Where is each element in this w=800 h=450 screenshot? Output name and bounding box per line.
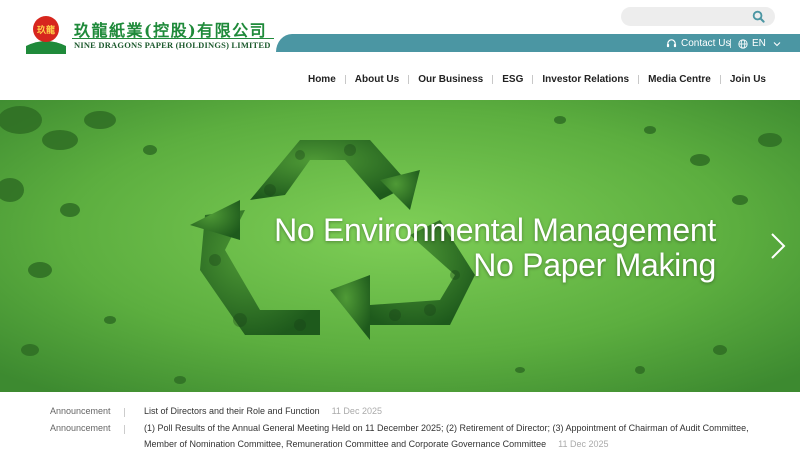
announcement-title[interactable]: List of Directors and their Role and Fun… <box>144 406 320 416</box>
announcement-list: Announcement List of Directors and their… <box>0 392 800 450</box>
language-switcher[interactable]: EN <box>738 37 781 50</box>
logo-mark-icon: 玖龍 <box>26 16 66 54</box>
nav-divider <box>719 74 721 84</box>
announcement-link[interactable]: (1) Poll Results of the Annual General M… <box>144 420 764 450</box>
announcement-type: Announcement <box>50 423 111 433</box>
logo-divider <box>72 38 274 39</box>
announcement-title[interactable]: (1) Poll Results of the Annual General M… <box>144 423 749 449</box>
language-label: EN <box>752 38 766 49</box>
hero-banner: No Environmental Management No Paper Mak… <box>0 100 800 392</box>
nav-item-home[interactable]: Home <box>308 74 336 85</box>
search-input[interactable] <box>621 7 775 26</box>
logo-text-en: NINE DRAGONS PAPER (HOLDINGS) LIMITED <box>74 40 271 50</box>
nav-item-our-business[interactable]: Our Business <box>418 74 483 85</box>
announcement-divider <box>124 408 125 417</box>
globe-icon <box>738 38 748 49</box>
svg-text:玖龍: 玖龍 <box>37 24 55 36</box>
hero-headline-line2: No Paper Making <box>473 247 716 283</box>
contact-us-link[interactable]: Contact Us <box>666 37 730 50</box>
nav-divider <box>638 74 640 84</box>
nav-divider <box>344 74 346 84</box>
company-logo[interactable]: 玖龍 玖龍紙業(控股)有限公司 NINE DRAGONS PAPER (HOLD… <box>24 14 274 56</box>
nav-item-about-us[interactable]: About Us <box>355 74 399 85</box>
announcement-date: 11 Dec 2025 <box>558 439 609 449</box>
nav-item-investor-relations[interactable]: Investor Relations <box>542 74 629 85</box>
nav-divider <box>408 74 410 84</box>
announcement-type: Announcement <box>50 406 111 416</box>
nav-item-media-centre[interactable]: Media Centre <box>648 74 711 85</box>
headset-icon <box>666 39 677 48</box>
nav-item-esg[interactable]: ESG <box>502 74 523 85</box>
contact-us-label: Contact Us <box>681 38 731 49</box>
nav-divider <box>492 74 494 84</box>
site-header: 玖龍 玖龍紙業(控股)有限公司 NINE DRAGONS PAPER (HOLD… <box>0 0 800 100</box>
nav-item-join-us[interactable]: Join Us <box>730 74 766 85</box>
chevron-right-icon[interactable] <box>770 232 786 260</box>
chevron-down-icon <box>773 41 781 46</box>
announcement-link[interactable]: List of Directors and their Role and Fun… <box>144 403 764 419</box>
utility-divider <box>730 39 731 48</box>
hero-headline-line1: No Environmental Management <box>274 212 716 248</box>
main-nav: Home About Us Our Business ESG Investor … <box>308 72 766 86</box>
utility-bar: Contact Us EN <box>276 34 800 52</box>
announcement-divider <box>124 425 125 434</box>
nav-divider <box>532 74 534 84</box>
announcement-date: 11 Dec 2025 <box>331 406 382 416</box>
search-icon[interactable] <box>752 10 765 23</box>
page: 玖龍 玖龍紙業(控股)有限公司 NINE DRAGONS PAPER (HOLD… <box>0 0 800 450</box>
